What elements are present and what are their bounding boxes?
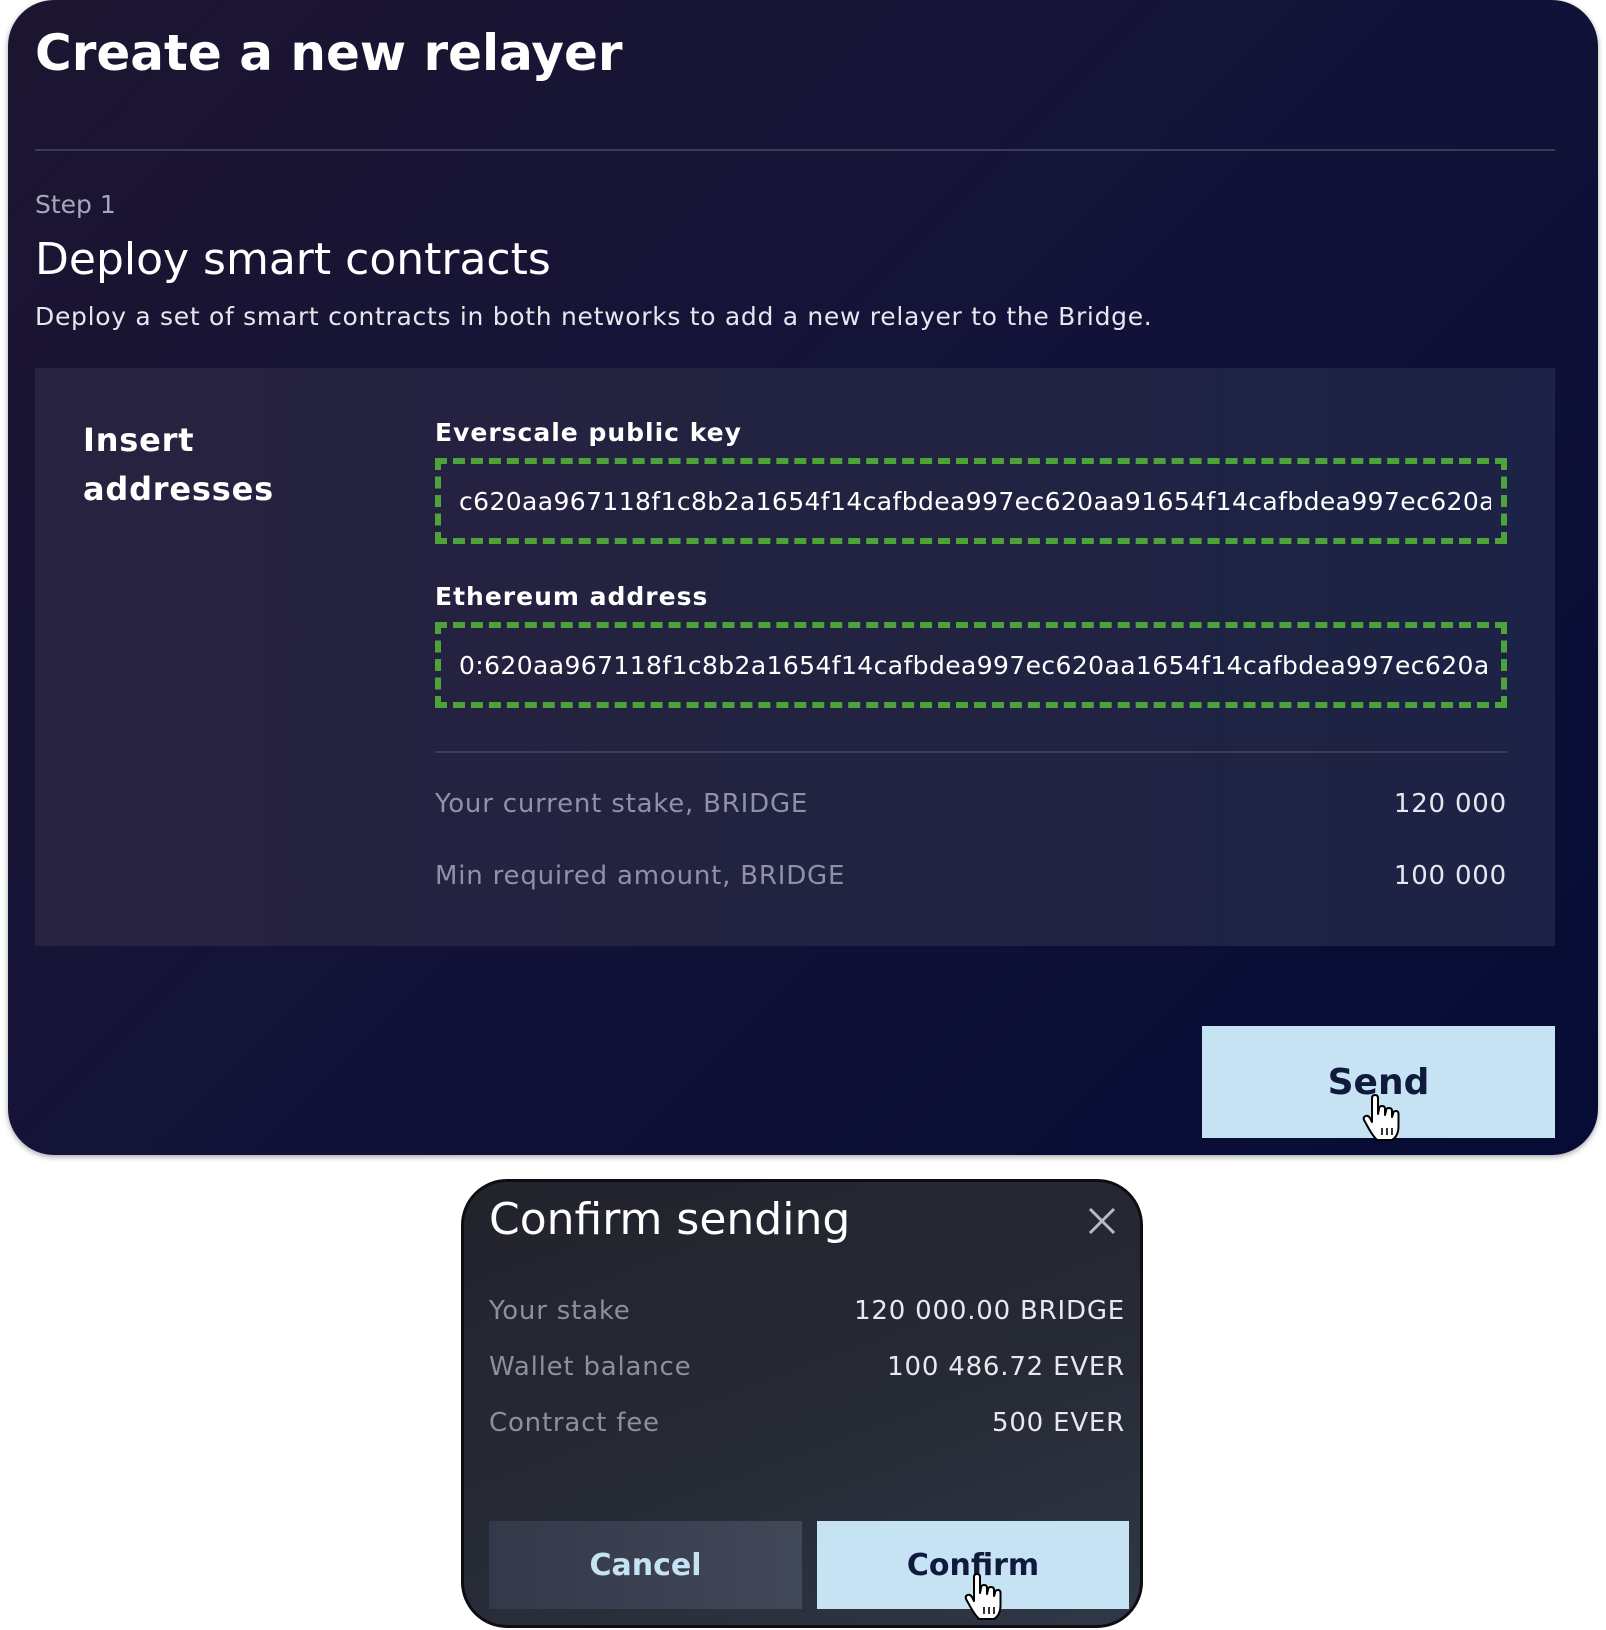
step-title: Deploy smart contracts bbox=[35, 234, 551, 285]
step-indicator: Step 1 bbox=[35, 190, 116, 219]
dialog-title: Confirm sending bbox=[489, 1194, 851, 1245]
hand-pointer-cursor-icon bbox=[1362, 1094, 1400, 1142]
ethereum-address-label: Ethereum address bbox=[435, 582, 709, 611]
wallet-balance-label: Wallet balance bbox=[489, 1352, 692, 1382]
close-button[interactable] bbox=[1084, 1203, 1120, 1239]
addresses-panel: Insert addresses Everscale public key Et… bbox=[35, 368, 1555, 946]
hand-pointer-cursor-icon bbox=[964, 1573, 1002, 1621]
current-stake-label: Your current stake, BRIDGE bbox=[435, 789, 809, 819]
current-stake-value: 120 000 bbox=[1393, 789, 1507, 819]
your-stake-label: Your stake bbox=[489, 1296, 631, 1326]
contract-fee-label: Contract fee bbox=[489, 1408, 660, 1438]
confirm-sending-dialog: Confirm sending Your stake 120 000.00 BR… bbox=[461, 1179, 1143, 1628]
cancel-button[interactable]: Cancel bbox=[489, 1521, 802, 1609]
header-divider bbox=[35, 149, 1555, 151]
page-title: Create a new relayer bbox=[35, 24, 623, 82]
min-required-value: 100 000 bbox=[1393, 861, 1507, 891]
wallet-balance-value: 100 486.72 EVER bbox=[887, 1352, 1125, 1382]
min-required-label: Min required amount, BRIDGE bbox=[435, 861, 846, 891]
everscale-public-key-input[interactable] bbox=[435, 458, 1507, 544]
everscale-key-label: Everscale public key bbox=[435, 418, 742, 447]
insert-addresses-label: Insert addresses bbox=[83, 421, 274, 508]
panel-divider bbox=[435, 751, 1507, 753]
step-description: Deploy a set of smart contracts in both … bbox=[35, 302, 1153, 331]
contract-fee-value: 500 EVER bbox=[992, 1408, 1125, 1438]
ethereum-address-input[interactable] bbox=[435, 622, 1507, 708]
create-relayer-card: Create a new relayer Step 1 Deploy smart… bbox=[8, 0, 1598, 1155]
close-icon bbox=[1084, 1207, 1120, 1242]
your-stake-value: 120 000.00 BRIDGE bbox=[854, 1296, 1125, 1326]
